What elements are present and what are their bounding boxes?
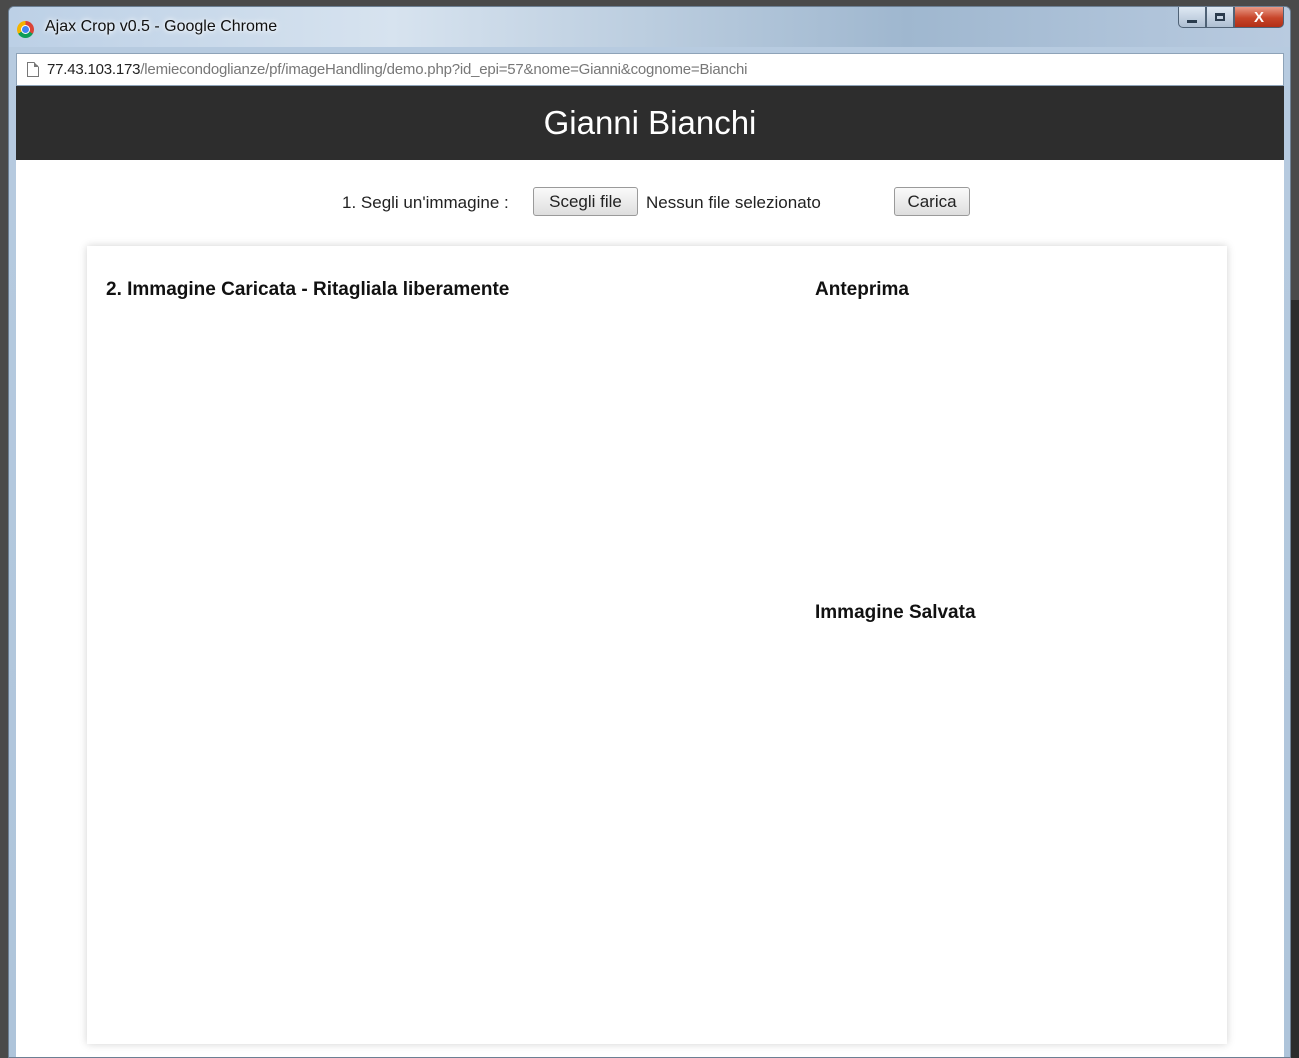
no-file-selected-text: Nessun file selezionato xyxy=(646,193,821,212)
maximize-icon xyxy=(1215,13,1225,21)
url-host: 77.43.103.173 xyxy=(47,61,141,78)
page-viewport: Gianni Bianchi 1. Segli un'immagine : Sc… xyxy=(16,86,1284,1057)
page-icon xyxy=(27,62,39,77)
page-header: Gianni Bianchi xyxy=(16,86,1284,160)
choose-file-button[interactable]: Scegli file xyxy=(533,187,638,216)
upload-label: 1. Segli un'immagine : xyxy=(342,193,509,212)
window-controls: X xyxy=(1178,7,1284,30)
upload-form: 1. Segli un'immagine : Scegli file Nessu… xyxy=(16,187,1284,217)
address-bar[interactable]: 77.43.103.173/lemiecondoglianze/pf/image… xyxy=(16,53,1284,86)
maximize-button[interactable] xyxy=(1206,7,1234,28)
title-bar[interactable]: Ajax Crop v0.5 - Google Chrome X xyxy=(9,7,1290,47)
page-title: Gianni Bianchi xyxy=(543,104,757,141)
window-title: Ajax Crop v0.5 - Google Chrome xyxy=(45,18,278,35)
close-icon: X xyxy=(1253,8,1264,26)
close-button[interactable]: X xyxy=(1234,7,1284,28)
url-path: /lemiecondoglianze/pf/imageHandling/demo… xyxy=(140,61,748,78)
saved-image-heading: Immagine Salvata xyxy=(815,602,976,623)
chrome-logo-icon xyxy=(17,21,34,38)
crop-panel: 2. Immagine Caricata - Ritagliala libera… xyxy=(87,246,1227,1044)
background-edge xyxy=(1291,300,1299,1058)
crop-heading: 2. Immagine Caricata - Ritagliala libera… xyxy=(106,279,510,300)
minimize-button[interactable] xyxy=(1178,7,1206,28)
upload-button[interactable]: Carica xyxy=(894,187,970,216)
minimize-icon xyxy=(1187,19,1197,23)
browser-window: Ajax Crop v0.5 - Google Chrome X 77.43.1… xyxy=(8,6,1291,1058)
preview-heading: Anteprima xyxy=(815,279,909,300)
url-text[interactable]: 77.43.103.173/lemiecondoglianze/pf/image… xyxy=(47,61,747,78)
